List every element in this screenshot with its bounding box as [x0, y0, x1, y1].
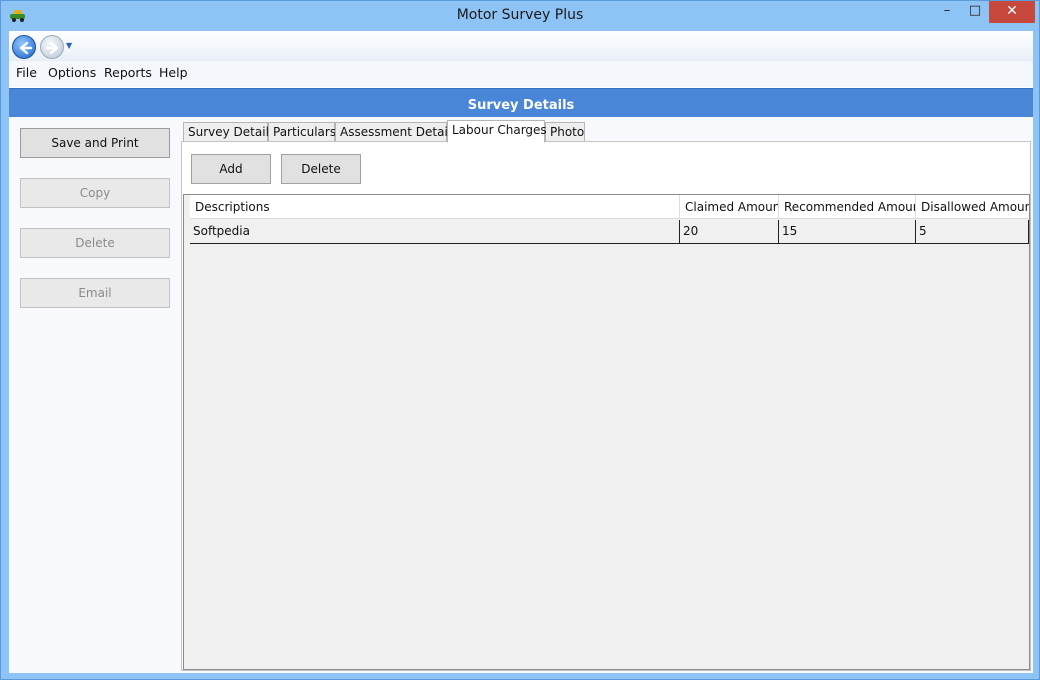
- menu-reports[interactable]: Reports: [104, 65, 152, 80]
- tab-survey-details[interactable]: Survey Details: [183, 122, 275, 142]
- column-header-claimed-amount[interactable]: Claimed Amount: [680, 195, 779, 219]
- navigation-bar: ▼: [9, 31, 1033, 61]
- title-bar[interactable]: Motor Survey Plus – □ ✕: [1, 1, 1039, 31]
- menu-bar: File Options Reports Help: [9, 61, 1033, 87]
- labour-charges-panel: Add Delete Descriptions Claimed Amount R…: [181, 141, 1031, 671]
- delete-record-button[interactable]: Delete: [20, 228, 170, 258]
- minimize-button[interactable]: –: [933, 1, 961, 23]
- tab-labour-charges[interactable]: Labour Charges: [447, 120, 547, 143]
- column-header-descriptions[interactable]: Descriptions: [190, 195, 680, 219]
- table-row[interactable]: Softpedia 20 15 5: [190, 220, 1029, 244]
- tab-photo[interactable]: Photo: [545, 122, 585, 142]
- menu-options[interactable]: Options: [48, 65, 96, 80]
- add-button[interactable]: Add: [191, 154, 271, 184]
- cell-disallowed-amount[interactable]: 5: [916, 220, 1028, 243]
- save-and-print-button[interactable]: Save and Print: [20, 128, 170, 158]
- menu-help[interactable]: Help: [159, 65, 188, 80]
- section-header: Survey Details: [9, 88, 1033, 117]
- back-button[interactable]: [12, 35, 36, 59]
- delete-button[interactable]: Delete: [281, 154, 361, 184]
- back-arrow-icon: [19, 41, 33, 55]
- close-button[interactable]: ✕: [989, 1, 1035, 23]
- section-title: Survey Details: [467, 98, 575, 113]
- cell-description[interactable]: Softpedia: [190, 220, 680, 243]
- tab-particulars[interactable]: Particulars: [268, 122, 336, 142]
- tab-assessment-details[interactable]: Assessment Details: [335, 122, 457, 142]
- cell-claimed-amount[interactable]: 20: [680, 220, 779, 243]
- grid-header: Descriptions Claimed Amount Recommended …: [190, 195, 1029, 219]
- forward-button[interactable]: [40, 35, 64, 59]
- menu-file[interactable]: File: [16, 65, 37, 80]
- column-header-recommended-amount[interactable]: Recommended Amount: [779, 195, 916, 219]
- forward-arrow-icon: [45, 41, 59, 55]
- window-title: Motor Survey Plus: [456, 7, 584, 23]
- history-dropdown-icon[interactable]: ▼: [66, 41, 72, 50]
- copy-button[interactable]: Copy: [20, 178, 170, 208]
- client-area: ▼ File Options Reports Help Survey Detai…: [9, 31, 1033, 673]
- labour-charges-grid[interactable]: Descriptions Claimed Amount Recommended …: [183, 194, 1030, 670]
- app-window: Motor Survey Plus – □ ✕ ▼ File Options R…: [0, 0, 1040, 680]
- main-body: Save and Print Copy Delete Email Survey …: [9, 117, 1033, 673]
- email-button[interactable]: Email: [20, 278, 170, 308]
- cell-recommended-amount[interactable]: 15: [779, 220, 916, 243]
- maximize-button[interactable]: □: [961, 1, 989, 23]
- column-header-disallowed-amount[interactable]: Disallowed Amount: [916, 195, 1029, 219]
